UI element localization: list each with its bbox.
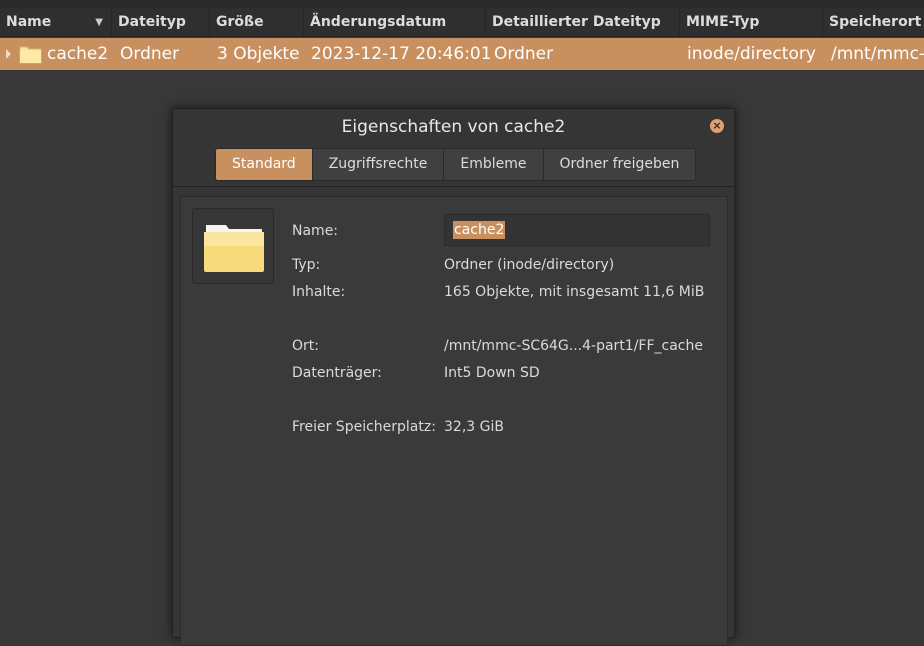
tab-standard[interactable]: Standard	[216, 149, 313, 180]
dialog-title: Eigenschaften von cache2	[341, 117, 566, 137]
sort-down-icon: ▼	[95, 17, 103, 28]
free-space-label: Freier Speicherplatz:	[292, 419, 436, 435]
free-space-value: 32,3 GiB	[444, 419, 504, 435]
column-size[interactable]: Größe	[210, 8, 304, 37]
volume-value: Int5 Down SD	[444, 365, 540, 381]
cell-location: /mnt/mmc-	[831, 44, 924, 64]
close-icon[interactable]: ×	[710, 119, 724, 133]
column-label: Name	[6, 14, 52, 30]
volume-label: Datenträger:	[292, 365, 382, 381]
divider	[173, 186, 734, 187]
cell-size: 3 Objekte	[217, 44, 300, 64]
tab-emblems[interactable]: Embleme	[444, 149, 544, 180]
cell-detailed-type: Ordner	[494, 44, 554, 64]
column-mime[interactable]: MIME-Typ	[680, 8, 823, 37]
table-row[interactable]: cache2 Ordner 3 Objekte 2023-12-17 20:46…	[0, 38, 924, 70]
column-modified[interactable]: Änderungsdatum	[304, 8, 486, 37]
column-header: Name ▼ Dateityp Größe Änderungsdatum Deta…	[0, 8, 924, 37]
column-detailed-type[interactable]: Detaillierter Dateityp	[486, 8, 680, 37]
contents-value: 165 Objekte, mit insgesamt 11,6 MiB	[444, 284, 705, 300]
tab-share-folder[interactable]: Ordner freigeben	[543, 149, 696, 180]
tab-permissions[interactable]: Zugriffsrechte	[312, 149, 445, 180]
column-type[interactable]: Dateityp	[112, 8, 210, 37]
type-label: Typ:	[292, 257, 321, 273]
cell-modified: 2023-12-17 20:46:01	[311, 44, 492, 64]
column-location[interactable]: Speicherort	[823, 8, 924, 37]
type-value: Ordner (inode/directory)	[444, 257, 615, 273]
name-label: Name:	[292, 223, 339, 239]
contents-label: Inhalte:	[292, 284, 346, 300]
cell-mime: inode/directory	[687, 44, 816, 64]
cell-name: cache2	[47, 44, 109, 64]
name-input-value: cache2	[453, 221, 506, 239]
properties-dialog: Eigenschaften von cache2 × Standard Zugr…	[172, 108, 735, 646]
folder-icon-button[interactable]	[192, 208, 274, 284]
folder-icon	[19, 46, 42, 64]
name-input[interactable]: cache2	[444, 214, 710, 246]
location-label: Ort:	[292, 338, 319, 354]
tab-bar: Standard Zugriffsrechte Embleme Ordner f…	[215, 148, 697, 181]
folder-icon	[204, 225, 264, 272]
column-name[interactable]: Name ▼	[0, 8, 112, 37]
cell-type: Ordner	[120, 44, 180, 64]
toolbar-strip	[0, 0, 924, 8]
expander-icon[interactable]	[6, 49, 11, 59]
basic-panel: Name: cache2 Typ: Ordner (inode/director…	[180, 196, 728, 646]
location-value: /mnt/mmc-SC64G...4-part1/FF_cache	[444, 338, 703, 354]
